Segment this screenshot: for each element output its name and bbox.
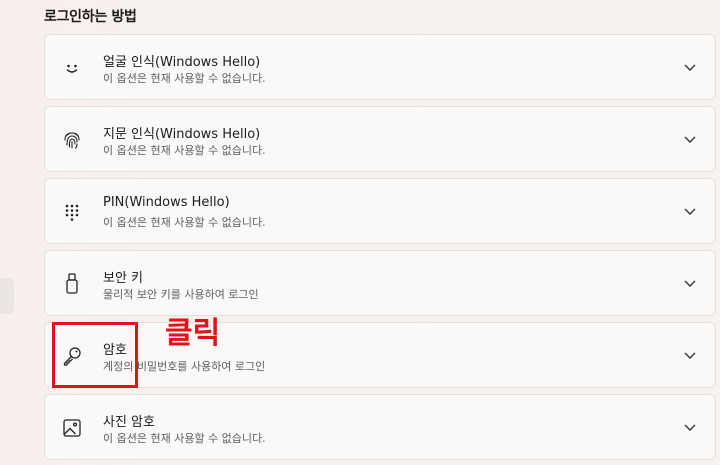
chevron-down-icon[interactable] <box>683 60 697 74</box>
usb-key-icon <box>61 273 83 295</box>
chevron-down-icon[interactable] <box>683 204 697 218</box>
option-title: 사진 암호 <box>103 415 155 430</box>
chevron-down-icon[interactable] <box>683 132 697 146</box>
face-smile-icon <box>61 57 83 79</box>
option-pin[interactable]: PIN(Windows Hello) 이 옵션은 현재 사용할 수 없습니다. <box>44 178 716 244</box>
pin-keypad-icon <box>61 201 83 223</box>
option-subtitle: 이 옵션은 현재 사용할 수 없습니다. <box>103 144 266 157</box>
click-annotation-label: 클릭 <box>165 316 221 351</box>
option-picture-password[interactable]: 사진 암호 이 옵션은 현재 사용할 수 없습니다. <box>44 394 716 460</box>
option-title: 보안 키 <box>103 271 144 286</box>
option-subtitle: 계정의 비밀번호를 사용하여 로그인 <box>103 360 266 373</box>
chevron-down-icon[interactable] <box>683 276 697 290</box>
option-subtitle: 이 옵션은 현재 사용할 수 없습니다. <box>103 432 266 445</box>
option-subtitle: 이 옵션은 현재 사용할 수 없습니다. <box>103 72 266 85</box>
option-title: PIN(Windows Hello) <box>103 195 230 210</box>
option-security-key[interactable]: 보안 키 물리적 보안 키를 사용하여 로그인 <box>44 250 716 316</box>
picture-icon <box>61 417 83 439</box>
option-title: 암호 <box>103 343 127 358</box>
key-icon <box>61 345 83 367</box>
option-subtitle: 이 옵션은 현재 사용할 수 없습니다. <box>103 216 266 229</box>
sidebar-edge <box>0 278 14 314</box>
option-password[interactable]: 암호 계정의 비밀번호를 사용하여 로그인 <box>44 322 716 388</box>
option-face-recognition[interactable]: 얼굴 인식(Windows Hello) 이 옵션은 현재 사용할 수 없습니다… <box>44 34 716 100</box>
option-title: 지문 인식(Windows Hello) <box>103 127 261 142</box>
fingerprint-icon <box>61 129 83 151</box>
section-title: 로그인하는 방법 <box>44 9 137 25</box>
option-fingerprint[interactable]: 지문 인식(Windows Hello) 이 옵션은 현재 사용할 수 없습니다… <box>44 106 716 172</box>
option-subtitle: 물리적 보안 키를 사용하여 로그인 <box>103 288 259 301</box>
option-title: 얼굴 인식(Windows Hello) <box>103 55 261 70</box>
chevron-down-icon[interactable] <box>683 420 697 434</box>
chevron-down-icon[interactable] <box>683 348 697 362</box>
